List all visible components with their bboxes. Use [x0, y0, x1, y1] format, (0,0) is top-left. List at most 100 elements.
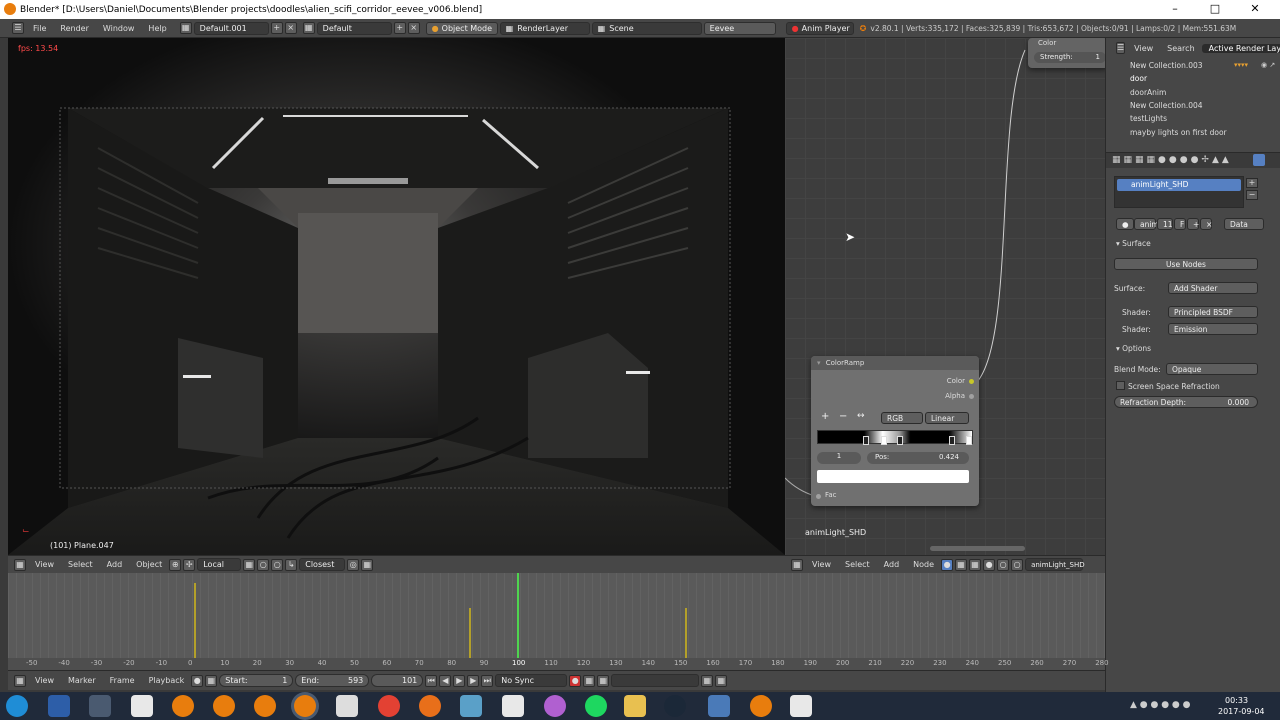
taskbar-app-icon[interactable] [708, 695, 730, 717]
editor-type-icon[interactable]: ☰ [1116, 42, 1126, 54]
stop-index-field[interactable]: 1 [817, 452, 861, 464]
material-selector[interactable]: animLight_SHD [1025, 558, 1085, 571]
color-mode-select[interactable]: RGB [881, 412, 923, 424]
world-icon[interactable]: ○ [997, 558, 1010, 571]
render-layer-selector[interactable]: ▦ RenderLayer [499, 21, 590, 35]
menu-select[interactable]: Select [61, 560, 100, 569]
ssr-checkbox[interactable] [1116, 381, 1125, 390]
firefox-icon[interactable] [419, 695, 441, 717]
outliner-tab-search[interactable]: Search [1160, 44, 1201, 53]
record-icon[interactable]: ● [569, 674, 582, 687]
node-editor-scrollbar[interactable] [930, 546, 1025, 551]
menu-render[interactable]: Render [53, 24, 95, 33]
stop-color-swatch[interactable] [817, 470, 969, 483]
menu-view[interactable]: View [28, 676, 61, 685]
interpolation-select[interactable]: Linear [925, 412, 969, 424]
remove-stop-icon[interactable]: − [839, 411, 847, 422]
insert-key-icon[interactable]: ▦ [701, 674, 714, 687]
compositing-icon[interactable]: ▦ [955, 558, 968, 571]
menu-node[interactable]: Node [906, 560, 941, 569]
mode-selector[interactable]: ● Object Mode [425, 21, 498, 35]
start-button[interactable] [6, 695, 28, 717]
add-screen-icon[interactable]: + [270, 22, 283, 34]
outliner-tab-view[interactable]: View [1127, 44, 1160, 53]
outliner-item[interactable]: New Collection.003 [1130, 61, 1203, 70]
keying-icon[interactable]: ▦ [583, 674, 596, 687]
render-icon[interactable]: ▦ [361, 558, 374, 571]
sync-select[interactable]: No Sync [495, 674, 568, 687]
colorramp-node[interactable]: ▾ ColorRamp Color Alpha + − ↔ RGB Linear… [811, 356, 979, 506]
screen-layout-icon[interactable]: ▦ [179, 22, 192, 34]
frame-ruler[interactable]: -50 -40 -30 -20 -10 0 10 20 30 40 50 60 70 80 90 100 110… [8, 658, 1109, 670]
blend-mode-select[interactable]: Opaque [1166, 363, 1258, 375]
steam-icon[interactable] [664, 695, 686, 717]
link-select[interactable]: Data [1224, 218, 1264, 230]
lock-icon[interactable]: ▦ [205, 674, 218, 687]
node-editor[interactable]: Color Strength: 1 ▾ ColorRamp Color Alph… [785, 38, 1105, 555]
options-panel-header[interactable]: ▾ Options [1116, 344, 1151, 353]
menu-select[interactable]: Select [838, 560, 877, 569]
next-key-icon[interactable]: ▶ [467, 674, 480, 687]
shader2-select[interactable]: Emission [1168, 323, 1258, 335]
new-material-icon[interactable]: + [1187, 218, 1199, 230]
material-tab-icon[interactable] [1253, 154, 1265, 166]
outliner-item[interactable]: New Collection.004 [1130, 101, 1203, 110]
taskbar-app-icon[interactable] [131, 695, 153, 717]
outliner-item[interactable]: testLights [1130, 114, 1167, 123]
pin-icon[interactable]: ○ [1011, 558, 1024, 571]
editor-type-icon[interactable]: ▦ [14, 674, 26, 687]
menu-add[interactable]: Add [877, 560, 907, 569]
ramp-stop[interactable] [897, 436, 903, 445]
add-layout-icon[interactable]: + [393, 22, 406, 34]
fac-socket[interactable] [816, 494, 821, 499]
refraction-depth-field[interactable]: Refraction Depth: 0.000 [1114, 396, 1258, 408]
blender-taskbar-icon[interactable] [172, 695, 194, 717]
end-frame-field[interactable]: End: 593 [295, 674, 370, 687]
menu-object[interactable]: Object [129, 560, 169, 569]
menu-marker[interactable]: Marker [61, 676, 103, 685]
ramp-stop[interactable] [863, 436, 869, 445]
color-socket[interactable] [969, 379, 974, 384]
material-browse-icon[interactable]: ● [1116, 218, 1134, 230]
outliner-item[interactable]: mayby lights on first door [1130, 128, 1227, 137]
remove-layout-icon[interactable]: × [407, 22, 420, 34]
layout-selector[interactable]: Default [316, 21, 392, 35]
datablock-name[interactable]: anim [1134, 218, 1159, 230]
use-nodes-button[interactable]: Use Nodes [1114, 258, 1258, 270]
shading-icon[interactable]: ○ [257, 558, 270, 571]
flip-ramp-icon[interactable]: ↔ [857, 411, 865, 421]
menu-frame[interactable]: Frame [103, 676, 142, 685]
fake-user-button[interactable]: F [1174, 218, 1186, 230]
jump-start-icon[interactable]: ⏮ [425, 674, 438, 687]
shader1-select[interactable]: Principled BSDF [1168, 306, 1258, 318]
menu-file[interactable]: File [26, 24, 53, 33]
taskbar-app-icon[interactable] [89, 695, 111, 717]
prev-key-icon[interactable]: ◀ [439, 674, 452, 687]
current-frame-field[interactable]: 101 [371, 674, 424, 687]
add-stop-icon[interactable]: + [821, 411, 829, 422]
alpha-socket[interactable] [969, 394, 974, 399]
timeline-editor[interactable]: -50 -40 -30 -20 -10 0 10 20 30 40 50 60 70 80 90 100 110… [8, 573, 1109, 670]
menu-add[interactable]: Add [100, 560, 130, 569]
scene-selector[interactable]: ▦ Scene [591, 21, 702, 35]
anim-player-button[interactable]: ● Anim Player [785, 21, 854, 35]
texture-icon[interactable]: ▦ [969, 558, 982, 571]
object-icon[interactable]: ● [983, 558, 996, 571]
ramp-stop[interactable] [949, 436, 955, 445]
minimize-button[interactable]: – [1160, 0, 1190, 19]
play-icon[interactable]: ▶ [453, 674, 466, 687]
property-tab-icons[interactable]: ▦▦▦▦●●●●✢▲▲ [1112, 155, 1232, 165]
spotify-icon[interactable] [585, 695, 607, 717]
tray-icons[interactable]: ▲ ● ● ● ● ● [1130, 700, 1191, 710]
unlink-material-icon[interactable]: × [1200, 218, 1212, 230]
taskbar-app-icon[interactable] [48, 695, 70, 717]
blender-taskbar-icon[interactable] [254, 695, 276, 717]
menu-window[interactable]: Window [96, 24, 142, 33]
blender-taskbar-icon-active[interactable] [294, 695, 316, 717]
taskbar-app-icon[interactable] [544, 695, 566, 717]
surface-select[interactable]: Add Shader [1168, 282, 1258, 294]
blender-taskbar-icon[interactable] [213, 695, 235, 717]
delete-key-icon[interactable]: ▦ [715, 674, 728, 687]
blender-taskbar-icon[interactable] [750, 695, 772, 717]
pos-field[interactable]: Pos: 0.424 [867, 452, 969, 464]
